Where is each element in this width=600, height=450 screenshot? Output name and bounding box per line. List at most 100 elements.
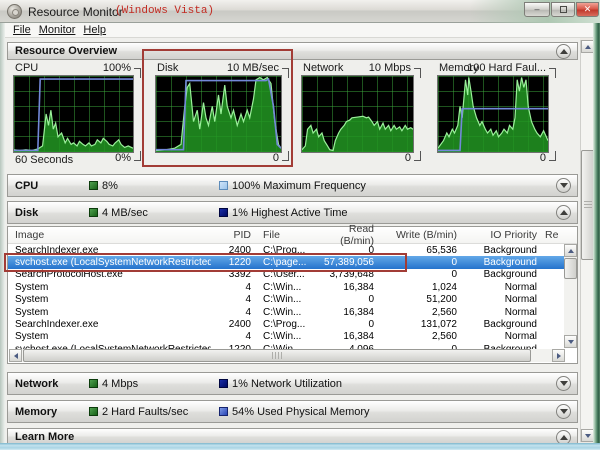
scale-bracket <box>414 68 421 78</box>
expand-memory-button[interactable] <box>556 404 571 419</box>
menu-item-monitor[interactable]: Monitor <box>39 24 76 36</box>
column-header-write[interactable]: Write (B/min) <box>374 229 457 241</box>
scroll-down-button[interactable] <box>564 335 577 348</box>
resource-overview-title: Resource Overview <box>15 45 117 57</box>
close-button[interactable]: ✕ <box>576 2 599 17</box>
cell-io: Normal <box>457 331 537 342</box>
disk-section-title: Disk <box>15 207 89 219</box>
cell-io: Background <box>457 257 537 268</box>
column-header-io-priority[interactable]: IO Priority <box>457 229 537 241</box>
cell-file: C:\Win... <box>251 331 318 342</box>
menu-item-file[interactable]: File <box>13 24 31 36</box>
cell-pid: 4 <box>211 294 251 305</box>
maximize-button[interactable] <box>551 2 575 17</box>
time-axis-label: 60 Seconds <box>15 154 73 166</box>
menu-item-help[interactable]: Help <box>83 24 106 36</box>
cell-io: Normal <box>457 282 537 293</box>
cpu-frequency-stat: 100% Maximum Frequency <box>232 180 366 192</box>
cell-image: SearchIndexer.exe <box>8 319 211 330</box>
chevron-down-icon <box>560 409 568 414</box>
cpu-graph-title: CPU <box>15 62 38 74</box>
chevron-down-icon <box>560 381 568 386</box>
close-icon: ✕ <box>584 4 592 14</box>
disk-section-header[interactable]: Disk 4 MB/sec 1% Highest Active Time <box>7 201 578 224</box>
scroll-up-button[interactable] <box>564 244 577 257</box>
memory-graph-panel: Memory100 Hard Faul... 0 <box>437 62 558 168</box>
chevron-up-icon <box>560 49 568 54</box>
collapse-overview-button[interactable] <box>556 44 571 59</box>
table-row[interactable]: System4C:\Win...16,3842,560Normal <box>8 306 564 318</box>
scrollbar-thumb[interactable] <box>564 258 577 279</box>
menu-bar: File Monitor Help <box>5 23 593 38</box>
column-header-file[interactable]: File <box>251 229 318 241</box>
window-vertical-scrollbar[interactable] <box>580 40 594 442</box>
column-header-response[interactable]: Re <box>537 229 564 241</box>
cpu-usage-legend-icon <box>89 181 98 190</box>
cell-write: 51,200 <box>374 294 457 305</box>
scale-bracket <box>134 68 141 78</box>
arrow-up-icon <box>568 249 574 253</box>
expand-cpu-button[interactable] <box>556 178 571 193</box>
collapse-disk-button[interactable] <box>556 205 571 220</box>
scrollbar-thumb[interactable] <box>23 349 531 362</box>
network-graph-max-label: 10 Mbps <box>369 62 411 74</box>
table-row[interactable]: System4C:\Win...16,3842,560Normal <box>8 331 564 343</box>
cell-write: 1,024 <box>374 282 457 293</box>
annotation-svchost-row-highlight <box>4 253 407 272</box>
column-header-read[interactable]: Read (B/min) <box>318 223 374 247</box>
cpu-frequency-legend-icon <box>219 181 228 190</box>
chevron-up-icon <box>560 210 568 215</box>
arrow-down-icon <box>585 434 591 438</box>
cell-read: 0 <box>318 319 374 330</box>
memory-graph-zero-label: 0 <box>540 152 546 164</box>
table-row[interactable]: SearchIndexer.exe2400C:\Prog...0131,072B… <box>8 318 564 330</box>
resource-monitor-icon <box>7 4 22 19</box>
column-header-image[interactable]: Image <box>8 229 211 241</box>
cell-read: 16,384 <box>318 282 374 293</box>
cell-read: 16,384 <box>318 307 374 318</box>
disk-usage-legend-icon <box>89 208 98 217</box>
memory-section-header[interactable]: Memory 2 Hard Faults/sec 54% Used Physic… <box>7 400 578 423</box>
table-vertical-scrollbar[interactable] <box>564 244 577 348</box>
network-utilization-legend-icon <box>219 379 228 388</box>
cell-file: C:\Prog... <box>251 319 318 330</box>
table-row[interactable]: System4C:\Win...051,200Normal <box>8 294 564 306</box>
cell-pid: 2400 <box>211 319 251 330</box>
memory-faults-stat: 2 Hard Faults/sec <box>102 406 188 418</box>
cell-file: C:\Win... <box>251 282 318 293</box>
cpu-graph-max-label: 100% <box>103 62 131 74</box>
cell-read: 16,384 <box>318 331 374 342</box>
learn-more-title: Learn More <box>15 431 74 443</box>
scroll-right-button[interactable] <box>552 349 565 362</box>
expand-network-button[interactable] <box>556 376 571 391</box>
column-header-pid[interactable]: PID <box>211 229 251 241</box>
arrow-up-icon <box>585 45 591 49</box>
window-right-border <box>593 23 600 443</box>
title-bar[interactable]: Resource Monitor (Windows Vista) – ✕ <box>0 0 600 23</box>
cell-io: Background <box>457 269 537 280</box>
table-row[interactable]: System4C:\Win...16,3841,024Normal <box>8 281 564 293</box>
table-horizontal-scrollbar[interactable] <box>9 349 565 362</box>
cell-write: 2,560 <box>374 331 457 342</box>
cpu-graph-zero-label: 0% <box>115 152 131 164</box>
thumb-grip <box>272 352 282 359</box>
cell-io: Background <box>457 245 537 256</box>
disk-usage-stat: 4 MB/sec <box>102 207 148 219</box>
network-section-header[interactable]: Network 4 Mbps 1% Network Utilization <box>7 372 578 395</box>
scale-bracket <box>134 151 141 161</box>
minimize-button[interactable]: – <box>524 2 550 17</box>
cell-write: 2,560 <box>374 307 457 318</box>
cell-pid: 4 <box>211 331 251 342</box>
cell-file: C:\Win... <box>251 307 318 318</box>
chevron-down-icon <box>560 183 568 188</box>
cell-image: System <box>8 282 211 293</box>
disk-process-table: Image PID File Read (B/min) Write (B/min… <box>7 226 578 364</box>
scroll-left-button[interactable] <box>9 349 22 362</box>
cpu-section-header[interactable]: CPU 8% 100% Maximum Frequency <box>7 174 578 197</box>
cell-write: 131,072 <box>374 319 457 330</box>
disk-active-stat: 1% Highest Active Time <box>232 207 348 219</box>
arrow-right-icon <box>557 353 561 359</box>
cell-image: System <box>8 331 211 342</box>
window-left-border <box>0 23 5 443</box>
memory-used-legend-icon <box>219 407 228 416</box>
